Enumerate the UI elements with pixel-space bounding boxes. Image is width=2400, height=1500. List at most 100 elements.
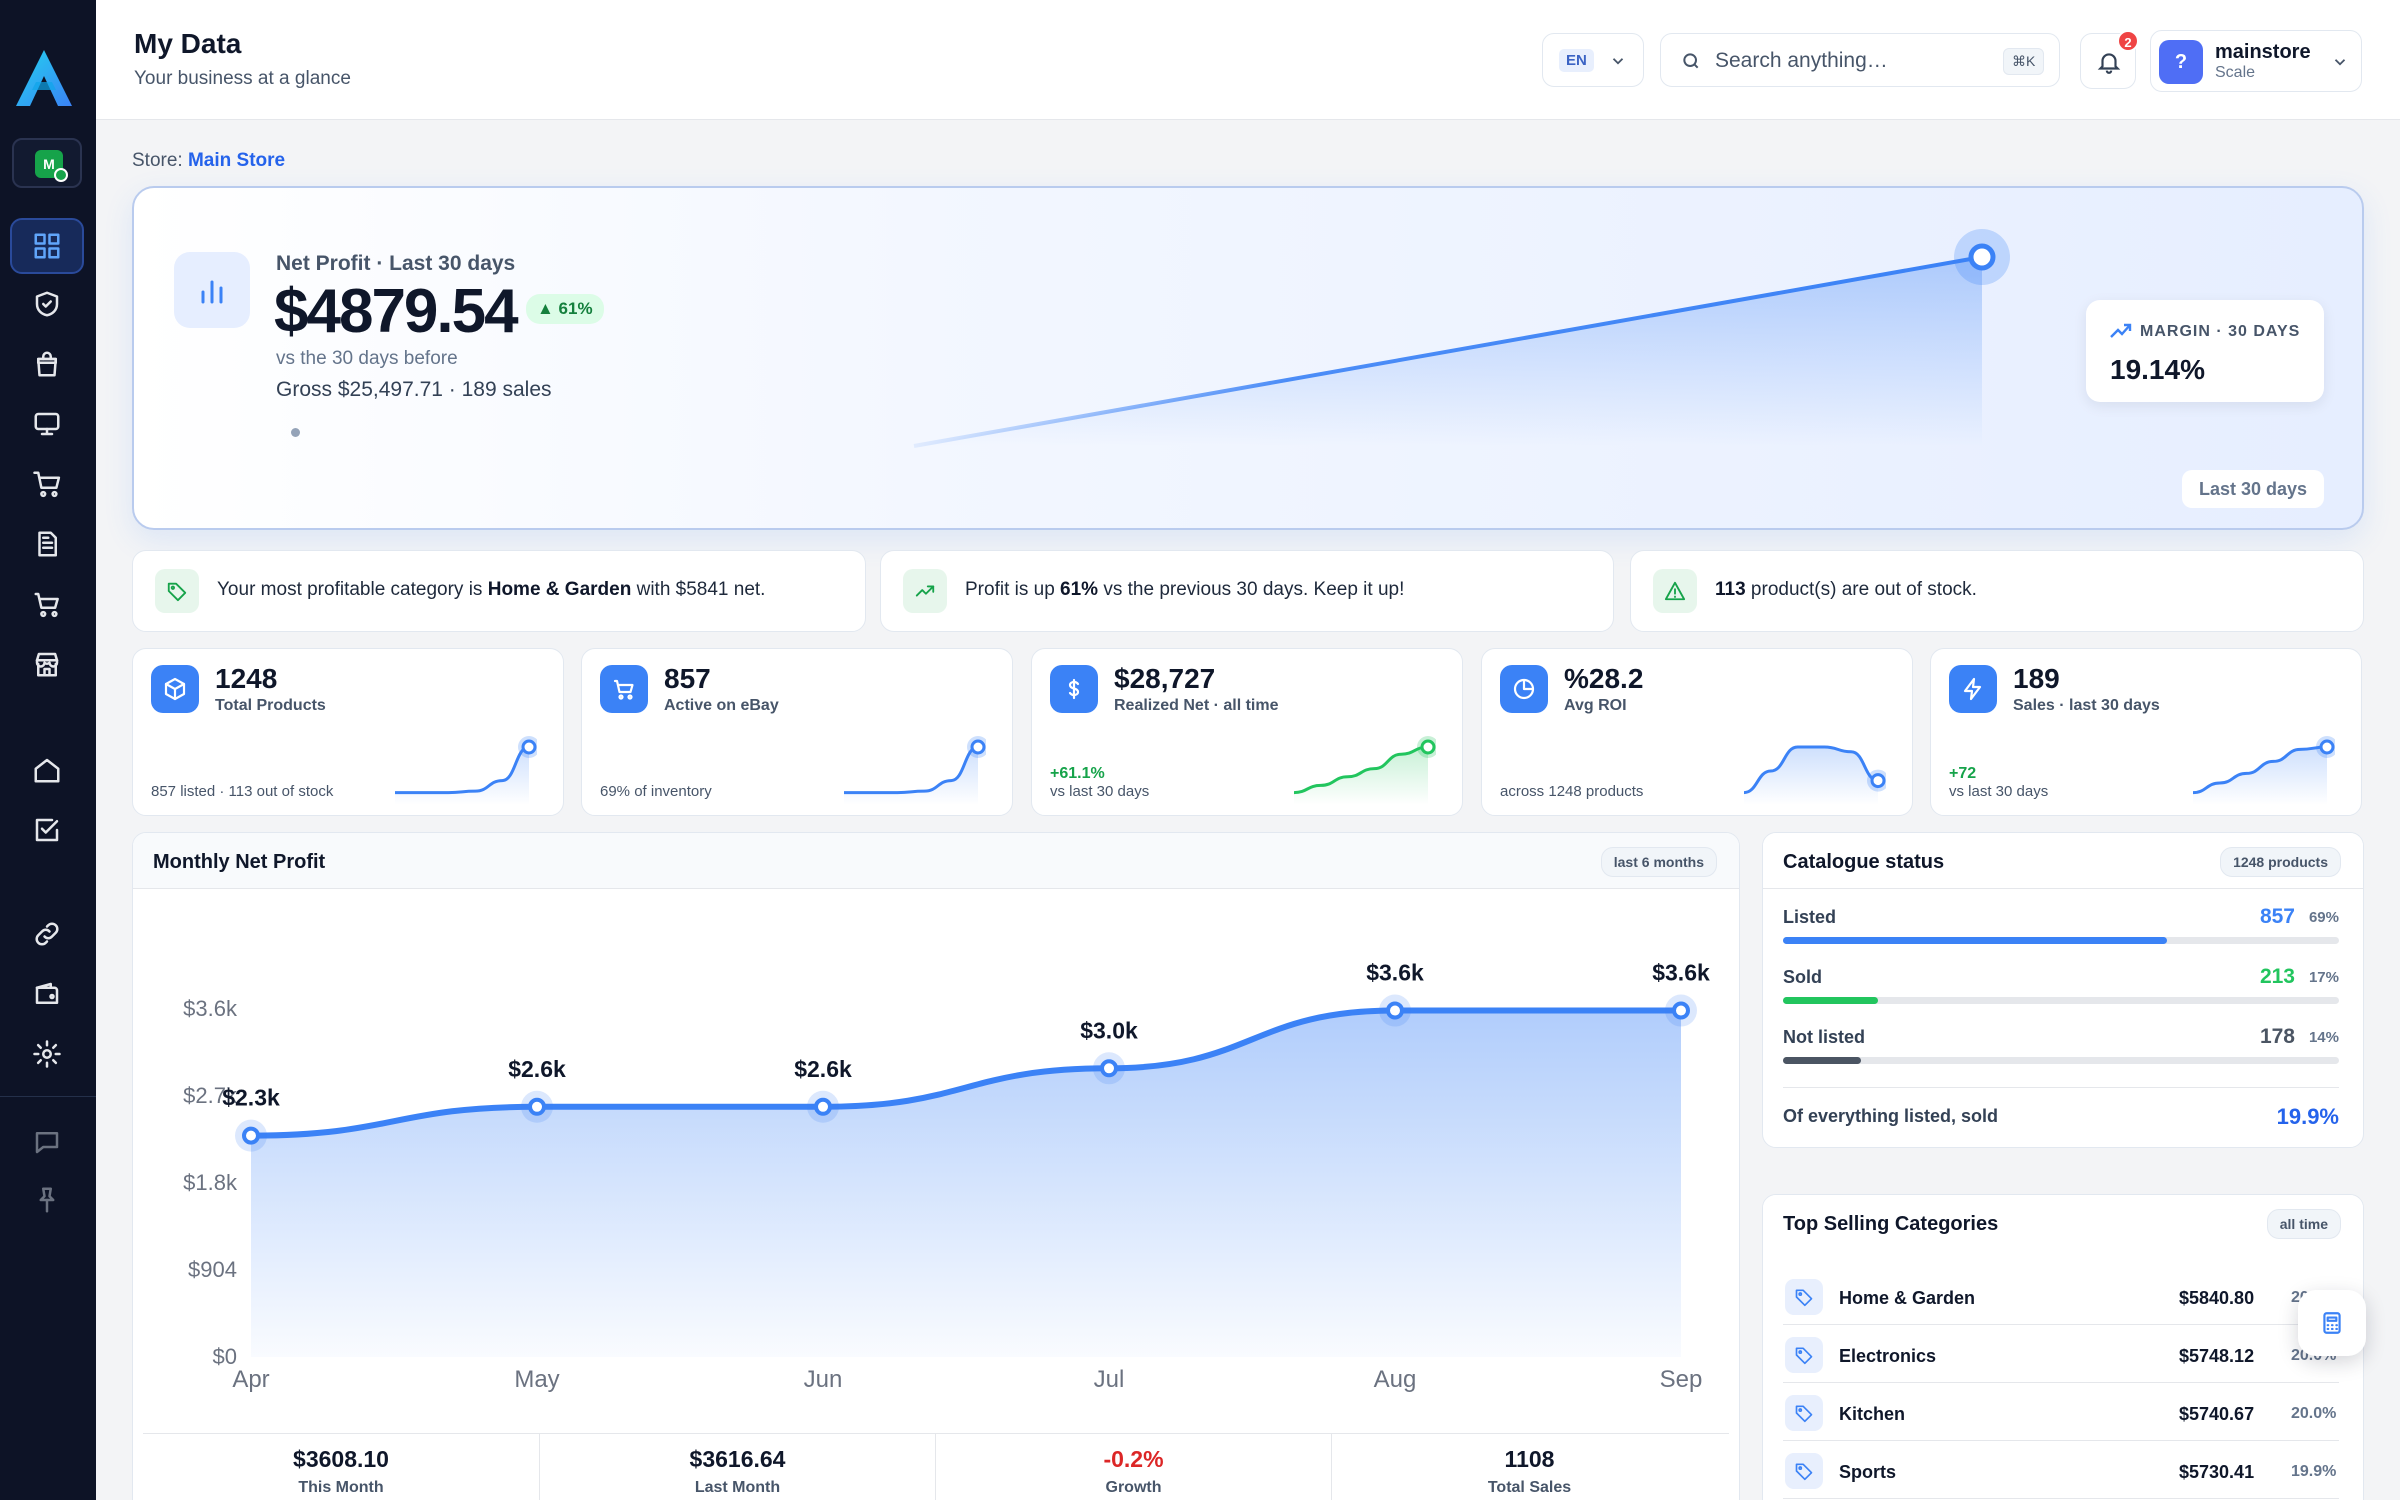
list-item[interactable]: Kitchen $5740.67 20.0%	[1783, 1383, 2339, 1441]
kpi-card-total-products[interactable]: 1248 Total Products 857 listed · 113 out…	[132, 648, 564, 816]
kpi-footnote: vs last 30 days	[1050, 783, 1150, 800]
hero-gross: Gross $25,497.71 · 189 sales	[276, 378, 552, 401]
insight-card: 113 product(s) are out of stock.	[1630, 550, 2364, 632]
data-point[interactable]	[1672, 1001, 1690, 1020]
link-icon	[35, 922, 59, 946]
chevron-down-icon	[2334, 59, 2346, 66]
nav-orders[interactable]	[10, 456, 84, 512]
kpi-icon-badge	[1500, 665, 1548, 713]
nav-security[interactable]	[10, 276, 84, 332]
insight-card: Profit is up 61% vs the previous 30 days…	[880, 550, 1614, 632]
calculator-fab-button[interactable]	[2298, 1290, 2366, 1356]
kpi-label: Active on eBay	[664, 697, 779, 714]
nav-products[interactable]	[10, 336, 84, 392]
list-item[interactable]: Home & Garden $5840.80 20.3%	[1783, 1267, 2339, 1325]
calculator-icon	[2323, 1312, 2341, 1334]
kpi-card-active-ebay[interactable]: 857 Active on eBay 69% of inventory	[581, 648, 1013, 816]
data-point[interactable]	[1100, 1059, 1118, 1078]
data-label: $2.3k	[222, 1085, 280, 1111]
hero-trend-chart	[913, 229, 2010, 448]
data-label: $3.0k	[1080, 1017, 1138, 1043]
page-title: My Data	[134, 28, 242, 59]
tag-icon	[1795, 1289, 1813, 1307]
category-percent: 20.0%	[2291, 1405, 2337, 1422]
category-icon-badge	[1785, 1279, 1823, 1315]
nav-cart[interactable]	[10, 576, 84, 632]
nav-wallet[interactable]	[10, 966, 84, 1022]
category-name: Home & Garden	[1839, 1288, 1976, 1308]
kpi-sparkline	[843, 736, 986, 805]
stat-value: $3616.64	[689, 1446, 786, 1472]
sparkline-point	[521, 739, 537, 755]
dollar-icon	[1068, 678, 1080, 700]
insight-text: 113 product(s) are out of stock.	[1715, 579, 1977, 600]
period-badge: last 6 months	[1600, 847, 1717, 877]
nav-messages[interactable]	[10, 1114, 84, 1170]
nav-dashboard[interactable]	[10, 218, 84, 274]
kpi-card-realized-net[interactable]: $28,727 Realized Net · all time +61.1% v…	[1031, 648, 1463, 816]
sparkline-point	[970, 739, 986, 755]
sparkline-area	[1294, 747, 1428, 805]
nav-home[interactable]	[10, 742, 84, 798]
panel-header: Monthly Net Profit last 6 months	[133, 833, 1739, 889]
panel-header: Top Selling Categories all time	[1763, 1195, 2363, 1251]
panel-title: Catalogue status	[1783, 851, 1945, 873]
list-item[interactable]: Sports $5730.41 19.9%	[1783, 1441, 2339, 1499]
stat-last-month: $3616.64 Last Month	[539, 1434, 935, 1500]
kpi-card-sales[interactable]: 189 Sales · last 30 days +72 vs last 30 …	[1930, 648, 2362, 816]
search-box[interactable]: ⌘K	[1660, 33, 2060, 87]
storefront-icon	[35, 652, 59, 677]
progress-track	[1783, 937, 2339, 944]
row-percent: 69%	[2308, 909, 2339, 926]
data-point[interactable]	[242, 1126, 260, 1145]
search-input[interactable]	[1715, 44, 1975, 78]
nav-listings[interactable]	[10, 396, 84, 452]
shopping-cart-icon	[33, 471, 61, 498]
tag-icon	[1795, 1463, 1813, 1481]
language-selector[interactable]: EN	[1542, 33, 1644, 87]
trending-up-icon	[915, 585, 935, 597]
stat-value: 1108	[1504, 1446, 1555, 1472]
nav-store[interactable]	[10, 636, 84, 692]
x-tick-label: Sep	[1660, 1366, 1703, 1393]
kpi-value: $28,727	[1114, 663, 1216, 694]
pin-icon	[39, 1187, 55, 1213]
kpi-value: 857	[664, 663, 711, 694]
user-menu[interactable]: ? mainstore Scale	[2150, 30, 2362, 92]
user-name: mainstore	[2215, 41, 2311, 63]
progress-fill	[1783, 997, 1878, 1004]
nav-settings[interactable]	[10, 1026, 84, 1082]
nav-pin[interactable]	[10, 1172, 84, 1228]
category-percent: 19.9%	[2291, 1463, 2337, 1480]
category-name: Sports	[1839, 1462, 1897, 1482]
margin-value: 19.14%	[2110, 354, 2205, 385]
hero-point[interactable]	[1968, 243, 1996, 271]
data-point[interactable]	[814, 1097, 832, 1116]
net-profit-hero-card: Net Profit · Last 30 days $4879.54 ▲ 61%…	[132, 186, 2364, 530]
kpi-footnote: 69% of inventory	[600, 783, 712, 800]
search-shortcut: ⌘K	[2003, 48, 2045, 75]
data-point[interactable]	[1386, 1001, 1404, 1020]
panel-title: Monthly Net Profit	[153, 851, 326, 873]
category-value: $5730.41	[2179, 1462, 2255, 1482]
kpi-card-avg-roi[interactable]: %28.2 Avg ROI across 1248 products	[1481, 648, 1913, 816]
category-value: $5840.80	[2179, 1288, 2255, 1308]
dashboard-grid-icon	[34, 233, 60, 259]
store-switcher[interactable]: M	[12, 138, 82, 188]
notifications-button[interactable]: 2	[2080, 30, 2139, 89]
data-point[interactable]	[528, 1097, 546, 1116]
stat-label: Last Month	[694, 1479, 781, 1496]
x-tick-label: May	[514, 1366, 559, 1393]
nav-integrations[interactable]	[10, 906, 84, 962]
insight-icon-badge	[1653, 569, 1697, 613]
period-selector-button[interactable]: Last 30 days	[2182, 470, 2324, 508]
shield-check-icon	[35, 291, 59, 317]
nav-tasks[interactable]	[10, 802, 84, 858]
store-link[interactable]: Main Store	[188, 150, 285, 171]
tag-icon	[1795, 1347, 1813, 1365]
list-item[interactable]: Electronics $5748.12 20.0%	[1783, 1325, 2339, 1383]
kpi-sparkline	[394, 736, 537, 805]
app-logo-icon[interactable]	[12, 46, 76, 110]
nav-reports[interactable]	[10, 516, 84, 572]
carousel-dot[interactable]	[291, 428, 300, 437]
